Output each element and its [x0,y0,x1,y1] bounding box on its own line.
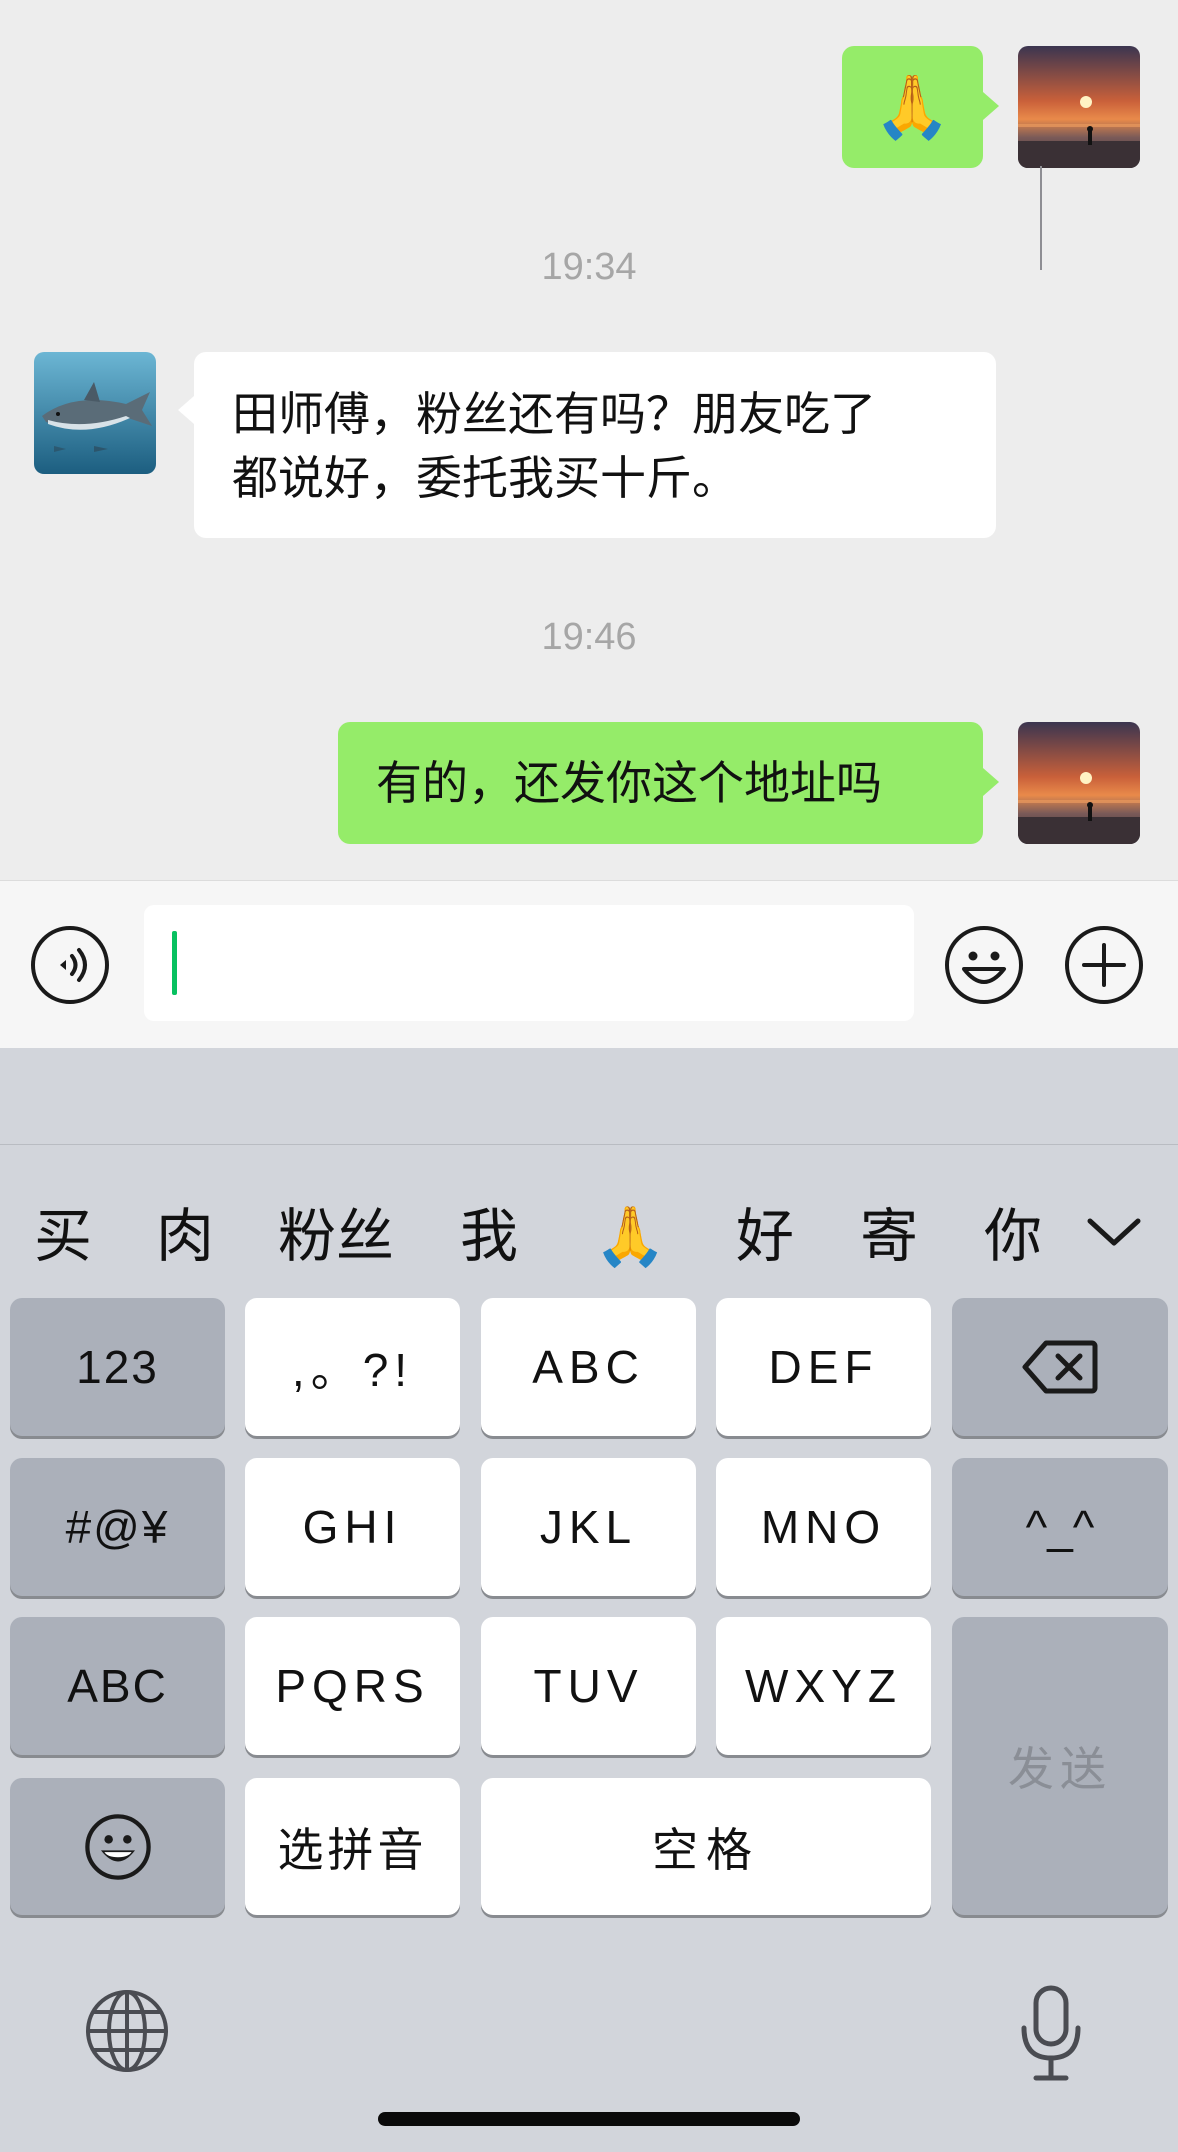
candidate-word[interactable]: 粉丝 [278,1201,394,1271]
emoji-key[interactable] [10,1778,225,1915]
emoji-button[interactable] [944,925,1024,1005]
ime-keyboard: 买 肉 粉丝 我 🙏 好 寄 你 [0,1048,1178,2152]
message-timestamp: 19:34 [541,246,637,288]
plus-icon [1065,926,1143,1004]
key-ghi[interactable]: GHI [245,1458,460,1596]
message-text: 有的，还发你这个地址吗 [376,756,882,810]
home-indicator[interactable] [378,2112,800,2126]
candidate-word[interactable]: 肉 [156,1201,214,1271]
key-abc-switch[interactable]: ABC [10,1617,225,1755]
globe-icon[interactable] [84,1988,170,2074]
key-emoticon[interactable]: ^_^ [952,1458,1168,1596]
chevron-down-icon [1087,1218,1141,1246]
message-text: 🙏 [873,70,952,143]
outgoing-message[interactable]: 有的，还发你这个地址吗 [338,722,999,844]
candidate-divider [1040,166,1042,270]
my-avatar[interactable] [1018,722,1140,844]
emoji-icon [945,926,1023,1004]
key-mno[interactable]: MNO [716,1458,931,1596]
space-key[interactable]: 空格 [481,1778,931,1915]
key-123[interactable]: 123 [10,1298,225,1436]
candidate-word[interactable]: 🙏 [594,1201,666,1271]
key-symbols[interactable]: #@¥ [10,1458,225,1596]
key-tuv[interactable]: TUV [481,1617,696,1755]
candidate-word[interactable]: 好 [736,1201,794,1271]
outgoing-message[interactable]: 🙏 [842,46,999,168]
candidate-word[interactable]: 寄 [860,1201,918,1271]
key-def[interactable]: DEF [716,1298,931,1436]
message-text-line-2: 都说好，委托我买十斤。 [232,451,738,505]
backspace-key[interactable] [952,1298,1168,1436]
shark-avatar-image [34,352,156,474]
message-text-input[interactable] [144,905,914,1021]
key-pqrs[interactable]: PQRS [245,1617,460,1755]
keyboard-toolbar [0,1048,1178,1145]
candidate-word[interactable]: 你 [984,1201,1042,1271]
sunset-avatar-image [1018,46,1140,168]
contact-avatar[interactable] [34,352,156,474]
sunset-avatar-image [1018,722,1140,844]
incoming-message[interactable]: 田师傅，粉丝还有吗？朋友吃了 都说好，委托我买十斤。 [178,352,996,538]
message-text-line-1: 田师傅，粉丝还有吗？朋友吃了 [232,387,876,441]
candidate-word[interactable]: 买 [34,1201,92,1271]
backspace-icon [1022,1340,1098,1394]
emoji-icon [84,1813,151,1880]
voice-input-button[interactable] [30,925,110,1005]
microphone-icon[interactable] [1016,1984,1086,2084]
my-avatar[interactable] [1018,46,1140,168]
candidate-word[interactable]: 我 [460,1201,518,1271]
send-key[interactable]: 发送 [952,1617,1168,1915]
expand-candidates-button[interactable] [1084,1211,1144,1255]
key-abc[interactable]: ABC [481,1298,696,1436]
select-pinyin-key[interactable]: 选拼音 [245,1778,460,1915]
message-input-bar [0,880,1178,1049]
key-punctuation[interactable]: ,。?! [245,1298,460,1436]
text-caret [172,931,177,995]
chat-screen: 🙏 19:34 田师傅，粉丝还有吗？朋友吃了 都说好，委托我买十斤。 19:46… [0,0,1178,2152]
voice-icon [31,926,109,1004]
key-jkl[interactable]: JKL [481,1458,696,1596]
message-timestamp: 19:46 [541,616,637,658]
more-actions-button[interactable] [1064,925,1144,1005]
key-wxyz[interactable]: WXYZ [716,1617,931,1755]
